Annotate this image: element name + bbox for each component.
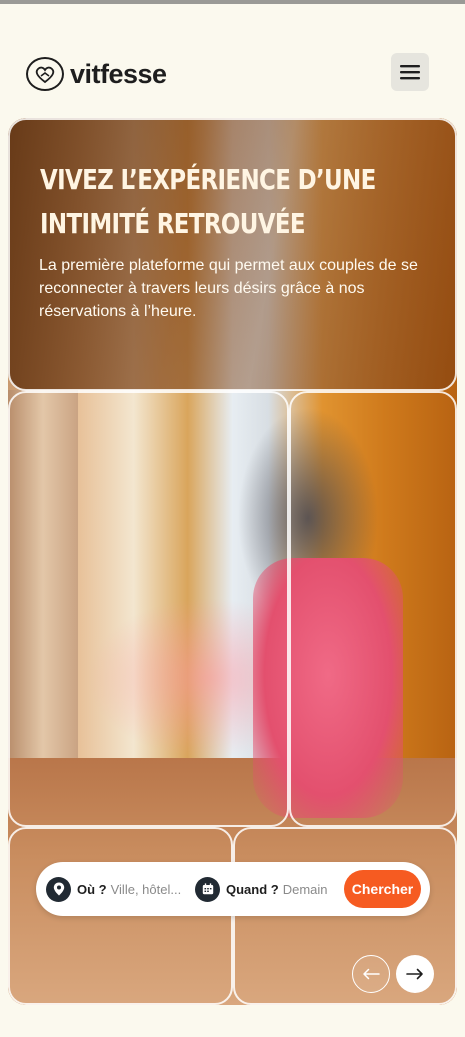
search-bar: Où ? Ville, hôtel... Quand ? Demain Cher… bbox=[36, 862, 430, 916]
search-button[interactable]: Chercher bbox=[344, 870, 421, 908]
hero-subtitle: La première plateforme qui permet aux co… bbox=[39, 257, 418, 320]
hero-tile-middle-right bbox=[289, 391, 457, 827]
arrow-right-icon bbox=[406, 968, 423, 980]
brand-logo[interactable]: vitfesse bbox=[26, 55, 167, 93]
menu-button[interactable] bbox=[391, 53, 429, 91]
brand-name: vitfesse bbox=[70, 58, 167, 89]
calendar-icon bbox=[195, 876, 220, 902]
location-input[interactable]: Ville, hôtel... bbox=[111, 882, 182, 897]
location-field[interactable]: Où ? Ville, hôtel... bbox=[46, 876, 182, 902]
hero-title: VIVEZ L’EXPÉRIENCE D’UNE INTIMITÉ RETROUV… bbox=[40, 163, 376, 240]
carousel-prev-button[interactable] bbox=[352, 955, 390, 993]
carousel-next-button[interactable] bbox=[396, 955, 434, 993]
hero-tile-bottom-left bbox=[8, 827, 233, 1005]
arrow-left-icon bbox=[363, 968, 380, 980]
site-header: vitfesse bbox=[26, 53, 429, 93]
top-border bbox=[0, 0, 465, 4]
map-pin-icon bbox=[46, 876, 71, 902]
heart-handshake-icon bbox=[26, 57, 64, 91]
date-label: Quand ? bbox=[226, 881, 279, 897]
date-input[interactable]: Demain bbox=[283, 882, 328, 897]
location-label: Où ? bbox=[77, 881, 107, 897]
hero-tile-middle-left bbox=[8, 391, 289, 827]
date-field[interactable]: Quand ? Demain bbox=[195, 876, 328, 902]
hamburger-menu-icon bbox=[400, 65, 420, 80]
